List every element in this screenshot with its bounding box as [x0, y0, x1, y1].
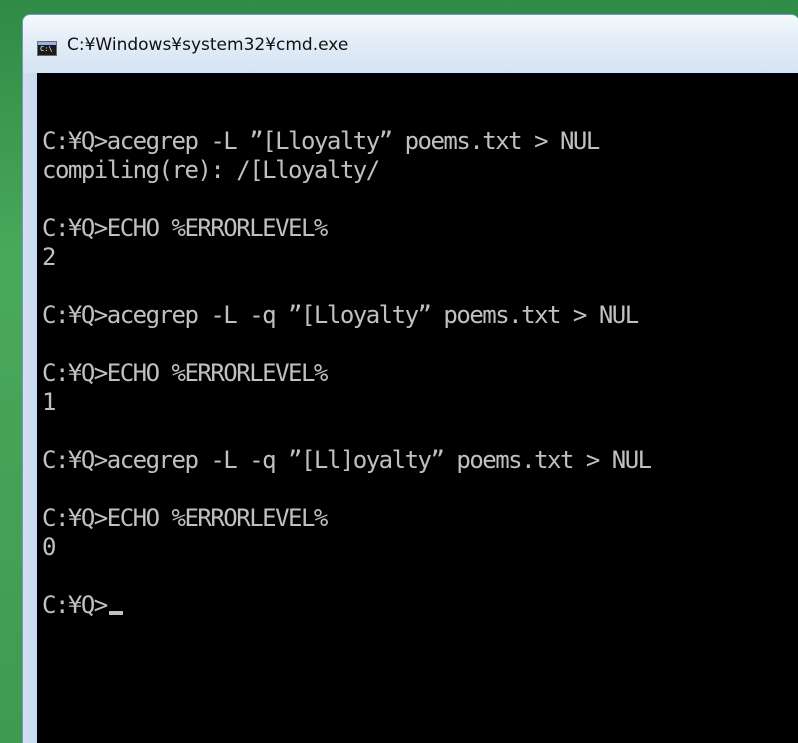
console-line: C:¥Q>acegrep -L -q ”[Ll]oyalty” poems.tx… — [42, 446, 652, 474]
console-output: C:¥Q>acegrep -L ”[Lloyalty” poems.txt > … — [42, 127, 652, 620]
console-line: C:¥Q>ECHO %ERRORLEVEL% — [42, 359, 328, 387]
console-area[interactable]: C:¥Q>acegrep -L ”[Lloyalty” poems.txt > … — [37, 73, 798, 743]
console-line: 2 — [42, 243, 56, 271]
console-prompt-line[interactable]: C:¥Q> — [42, 591, 651, 620]
window-left-frame — [23, 73, 37, 743]
console-line: C:¥Q>acegrep -L ”[Lloyalty” poems.txt > … — [42, 127, 600, 155]
command-prompt-icon[interactable]: C:\ — [37, 41, 57, 56]
window-title: C:¥Windows¥system32¥cmd.exe — [67, 35, 349, 55]
console-line: 0 — [42, 533, 56, 561]
console-line: compiling(re): /[Lloyalty/ — [42, 156, 380, 184]
window-titlebar[interactable]: C:\ C:¥Windows¥system32¥cmd.exe — [23, 15, 798, 73]
console-line: C:¥Q>acegrep -L -q ”[Lloyalty” poems.txt… — [42, 301, 639, 329]
console-line: 1 — [42, 388, 56, 416]
text-cursor — [108, 611, 123, 615]
cmd-window[interactable]: C:\ C:¥Windows¥system32¥cmd.exe C:¥Q>ace… — [22, 14, 798, 743]
console-prompt: C:¥Q> — [42, 591, 108, 619]
console-line: C:¥Q>ECHO %ERRORLEVEL% — [42, 504, 328, 532]
console-line: C:¥Q>ECHO %ERRORLEVEL% — [42, 214, 328, 242]
command-prompt-icon-text: C:\ — [40, 45, 53, 53]
